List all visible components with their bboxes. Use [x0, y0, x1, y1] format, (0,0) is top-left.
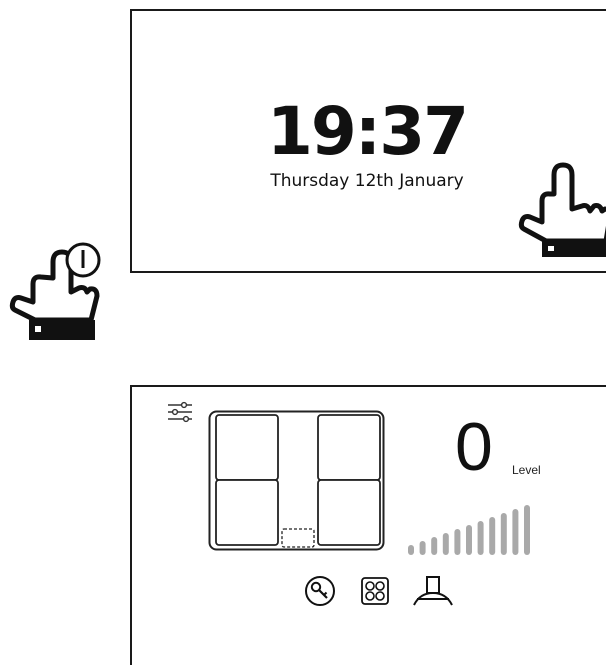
swipe-hand-icon	[518, 162, 606, 257]
level-step-6[interactable]	[466, 525, 472, 555]
sliders-icon[interactable]	[166, 401, 194, 423]
power-hand-icon[interactable]	[5, 236, 105, 346]
clock-screen[interactable]: 19:37 Thursday 12th January	[130, 9, 606, 273]
zone-rear-right[interactable]	[317, 414, 381, 481]
level-step-10[interactable]	[512, 509, 519, 555]
clock-time: 19:37	[266, 93, 469, 170]
zone-front-right[interactable]	[317, 479, 381, 546]
hob-zones-diagram	[208, 410, 385, 551]
zone-rear-left[interactable]	[215, 414, 279, 481]
zone-front-left[interactable]	[215, 479, 279, 546]
level-step-8[interactable]	[489, 517, 496, 555]
level-step-3[interactable]	[431, 537, 438, 555]
level-step-4[interactable]	[442, 533, 449, 555]
level-step-7[interactable]	[477, 521, 484, 555]
extraction-level-label: Level	[512, 463, 541, 477]
level-step-11[interactable]	[524, 505, 530, 555]
hob-control-screen: 0 Level	[130, 385, 606, 665]
level-step-1[interactable]	[408, 545, 414, 555]
level-step-9[interactable]	[500, 513, 507, 555]
extraction-level-value: 0	[455, 409, 493, 485]
key-icon[interactable]	[304, 575, 336, 607]
level-step-5[interactable]	[454, 529, 461, 555]
level-slider[interactable]	[408, 493, 540, 555]
hood-icon[interactable]	[410, 575, 456, 607]
level-step-2[interactable]	[419, 541, 426, 555]
cooking-zones-icon[interactable]	[360, 575, 390, 607]
